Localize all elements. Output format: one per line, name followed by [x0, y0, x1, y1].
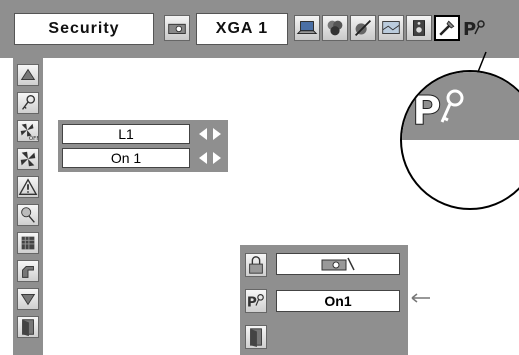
svg-text:P: P	[412, 88, 441, 134]
security-icon: P	[412, 88, 464, 134]
